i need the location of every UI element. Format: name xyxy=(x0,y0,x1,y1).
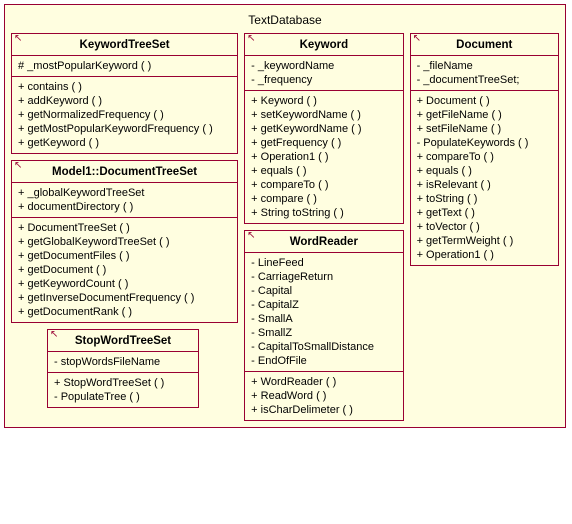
operation: + String toString ( ) xyxy=(251,206,396,220)
attribute: - _fileName xyxy=(417,59,552,73)
operation: - PopulateKeywords ( ) xyxy=(417,136,552,150)
class-keyword[interactable]: ↖ Keyword - _keywordName - _frequency + … xyxy=(244,33,403,224)
class-wordreader[interactable]: ↖ WordReader - LineFeed - CarriageReturn… xyxy=(244,230,403,421)
operations-section: + DocumentTreeSet ( ) + getGlobalKeyword… xyxy=(12,218,237,322)
operation: + getFileName ( ) xyxy=(417,108,552,122)
attributes-section: - _keywordName - _frequency xyxy=(245,56,402,91)
operation: + getKeywordCount ( ) xyxy=(18,277,231,291)
attribute: - Capital xyxy=(251,284,396,298)
column-middle: ↖ Keyword - _keywordName - _frequency + … xyxy=(244,33,403,421)
attributes-section: - LineFeed - CarriageReturn - Capital - … xyxy=(245,253,402,372)
operation: + compareTo ( ) xyxy=(251,178,396,192)
operation: - PopulateTree ( ) xyxy=(54,390,192,404)
attribute: - _documentTreeSet; xyxy=(417,73,552,87)
operation: + getKeyword ( ) xyxy=(18,136,231,150)
operation: + compareTo ( ) xyxy=(417,150,552,164)
operation: + getGlobalKeywordTreeSet ( ) xyxy=(18,235,231,249)
operation: + getInverseDocumentFrequency ( ) xyxy=(18,291,231,305)
operation: + getMostPopularKeywordFrequency ( ) xyxy=(18,122,231,136)
operation: + getTermWeight ( ) xyxy=(417,234,552,248)
attributes-section: - _fileName - _documentTreeSet; xyxy=(411,56,558,91)
operation: + getFrequency ( ) xyxy=(251,136,396,150)
operation: + Document ( ) xyxy=(417,94,552,108)
operation: + getDocumentFiles ( ) xyxy=(18,249,231,263)
operation: + toString ( ) xyxy=(417,192,552,206)
operation: + isCharDelimeter ( ) xyxy=(251,403,396,417)
operation: + isRelevant ( ) xyxy=(417,178,552,192)
attribute: - SmallA xyxy=(251,312,396,326)
attribute: - LineFeed xyxy=(251,256,396,270)
class-title: Model1::DocumentTreeSet xyxy=(12,161,237,183)
attribute: - _keywordName xyxy=(251,59,396,73)
operations-section: + contains ( ) + addKeyword ( ) + getNor… xyxy=(12,77,237,153)
operation: + contains ( ) xyxy=(18,80,231,94)
operation: + toVector ( ) xyxy=(417,220,552,234)
attribute: - SmallZ xyxy=(251,326,396,340)
operation: + getText ( ) xyxy=(417,206,552,220)
class-stopwordtreeset[interactable]: ↖ StopWordTreeSet - stopWordsFileName + … xyxy=(47,329,199,408)
operation: + getDocumentRank ( ) xyxy=(18,305,231,319)
class-title: WordReader xyxy=(245,231,402,253)
attribute: - EndOfFile xyxy=(251,354,396,368)
attribute: - stopWordsFileName xyxy=(54,355,192,369)
operation: + ReadWord ( ) xyxy=(251,389,396,403)
columns: ↖ KeywordTreeSet # _mostPopularKeyword (… xyxy=(11,33,559,421)
attribute: + documentDirectory ( ) xyxy=(18,200,231,214)
class-title: Document xyxy=(411,34,558,56)
class-document[interactable]: ↖ Document - _fileName - _documentTreeSe… xyxy=(410,33,559,266)
operation: + addKeyword ( ) xyxy=(18,94,231,108)
package-title: TextDatabase xyxy=(11,13,559,27)
class-title: Keyword xyxy=(245,34,402,56)
attributes-section: - stopWordsFileName xyxy=(48,352,198,373)
operation: + equals ( ) xyxy=(251,164,396,178)
attributes-section: + _globalKeywordTreeSet + documentDirect… xyxy=(12,183,237,218)
operations-section: + StopWordTreeSet ( ) - PopulateTree ( ) xyxy=(48,373,198,407)
column-left: ↖ KeywordTreeSet # _mostPopularKeyword (… xyxy=(11,33,238,408)
operation: + setFileName ( ) xyxy=(417,122,552,136)
operation: + DocumentTreeSet ( ) xyxy=(18,221,231,235)
attribute: + _globalKeywordTreeSet xyxy=(18,186,231,200)
operation: + equals ( ) xyxy=(417,164,552,178)
column-right: ↖ Document - _fileName - _documentTreeSe… xyxy=(410,33,559,266)
operation: + getKeywordName ( ) xyxy=(251,122,396,136)
operation: + Keyword ( ) xyxy=(251,94,396,108)
class-documenttreeset[interactable]: ↖ Model1::DocumentTreeSet + _globalKeywo… xyxy=(11,160,238,323)
attribute: - _frequency xyxy=(251,73,396,87)
attribute: - CapitalToSmallDistance xyxy=(251,340,396,354)
operations-section: + Document ( ) + getFileName ( ) + setFi… xyxy=(411,91,558,265)
operation: + StopWordTreeSet ( ) xyxy=(54,376,192,390)
operation: + setKeywordName ( ) xyxy=(251,108,396,122)
class-keywordtreeset[interactable]: ↖ KeywordTreeSet # _mostPopularKeyword (… xyxy=(11,33,238,154)
attribute: - CapitalZ xyxy=(251,298,396,312)
uml-package-textdatabase: TextDatabase ↖ KeywordTreeSet # _mostPop… xyxy=(4,4,566,428)
operation: + Operation1 ( ) xyxy=(417,248,552,262)
operation: + getDocument ( ) xyxy=(18,263,231,277)
operation: + getNormalizedFrequency ( ) xyxy=(18,108,231,122)
attribute: # _mostPopularKeyword ( ) xyxy=(18,59,231,73)
operations-section: + Keyword ( ) + setKeywordName ( ) + get… xyxy=(245,91,402,223)
attributes-section: # _mostPopularKeyword ( ) xyxy=(12,56,237,77)
operation: + WordReader ( ) xyxy=(251,375,396,389)
operations-section: + WordReader ( ) + ReadWord ( ) + isChar… xyxy=(245,372,402,420)
class-title: KeywordTreeSet xyxy=(12,34,237,56)
attribute: - CarriageReturn xyxy=(251,270,396,284)
operation: + compare ( ) xyxy=(251,192,396,206)
operation: + Operation1 ( ) xyxy=(251,150,396,164)
class-title: StopWordTreeSet xyxy=(48,330,198,352)
